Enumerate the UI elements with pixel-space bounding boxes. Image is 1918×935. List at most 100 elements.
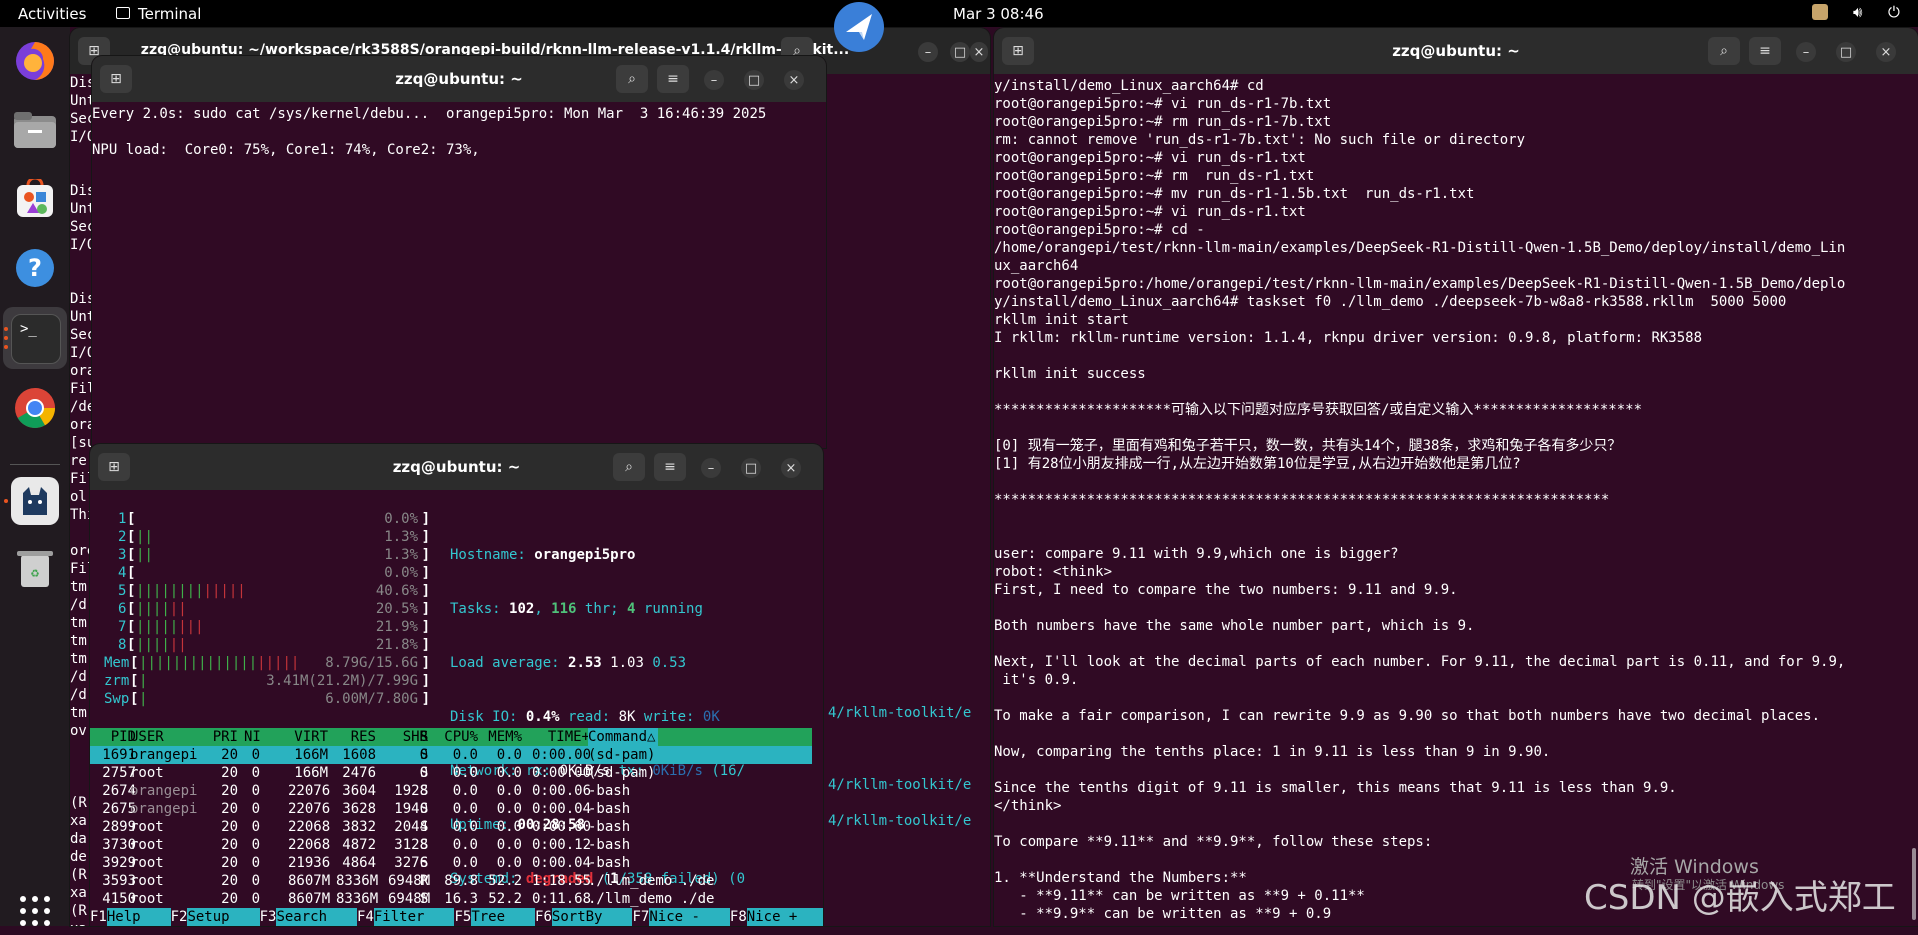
process-row[interactable]: 3593 root 20 0 8607M 8336M 6948M R 89.8 52.2 1:18.… — [90, 872, 812, 890]
csdn-watermark: CSDN @嵌入式郑工 — [1584, 878, 1896, 918]
terminal-line: root@orangepi5pro:~# mv run_ds-r1-1.5b.t… — [994, 186, 1475, 202]
fkey-setup[interactable]: F2Setup — [171, 908, 260, 926]
close-icon[interactable]: × — [970, 42, 988, 62]
activities-button[interactable]: Activities — [18, 5, 86, 23]
close-icon[interactable]: × — [781, 458, 801, 478]
app-grid-icon[interactable] — [11, 887, 59, 935]
minimize-icon[interactable]: – — [701, 458, 721, 478]
process-cell: -bash — [588, 783, 631, 799]
firefox-icon[interactable] — [11, 37, 59, 85]
cpu-bar: || — [136, 529, 153, 545]
column-header[interactable]: VIRT — [288, 728, 328, 746]
zrm-meter: zrm[| 3.41M(21.2M)/7.99G] — [90, 672, 430, 690]
column-header[interactable]: PRI — [212, 728, 238, 746]
fkey-sortby[interactable]: F6SortBy — [535, 908, 633, 926]
search-icon[interactable]: ⌕ — [1708, 37, 1740, 65]
terminal-line: - **9.11** can be written as **9 + 0.11*… — [994, 888, 1365, 904]
volume-icon[interactable]: 🔊︎ — [1853, 3, 1862, 21]
app-menu-terminal[interactable]: Terminal — [138, 5, 201, 23]
fkey-nice[interactable]: F7Nice - — [632, 908, 730, 926]
fkey-tree[interactable]: F5Tree — [454, 908, 536, 926]
scrollbar[interactable] — [1912, 848, 1916, 920]
process-cell: 0:00.00 — [532, 747, 592, 763]
terminal-line: ux_aarch64 — [994, 258, 1079, 274]
close-icon[interactable]: × — [784, 70, 804, 90]
fkey-help[interactable]: F1Help — [90, 908, 171, 926]
column-header[interactable]: Command△ — [588, 728, 659, 746]
main-terminal-window[interactable]: ⊞ zzq@ubuntu: ~ ⌕ ≡ – □ × y/install/demo… — [994, 28, 1918, 926]
maximize-icon[interactable]: □ — [950, 42, 970, 62]
chrome-icon[interactable] — [11, 384, 59, 432]
process-row[interactable]: 1691 orangepi 20 0 166M 1608 0 S 0.0 0.0 0:00.00 (s… — [90, 746, 812, 764]
column-header[interactable]: MEM% — [482, 728, 522, 746]
mem-value: 8.79G/15.6G — [325, 655, 418, 671]
maximize-icon[interactable]: □ — [1836, 42, 1856, 62]
search-icon[interactable]: ⌕ — [613, 453, 645, 481]
process-row[interactable]: 2674 orangepi 20 0 22076 3604 1928 S 0.0 0.0 0:00.… — [90, 782, 812, 800]
process-cell: 0:00.00 — [532, 765, 592, 781]
mem-meter: Mem[||||||||||||||||||| 8.79G/15.6G] — [90, 654, 430, 672]
terminal-line: Since the tenths digit of 9.11 is smalle… — [994, 780, 1677, 796]
process-row[interactable]: 2675 orangepi 20 0 22076 3628 1940 S 0.0 0.0 0:00.… — [90, 800, 812, 818]
maximize-icon[interactable]: □ — [741, 458, 761, 478]
bird-app-icon[interactable] — [834, 2, 884, 52]
column-header[interactable]: CPU% — [438, 728, 478, 746]
process-cell: 166M — [294, 765, 328, 781]
cpu-bracket: [ — [127, 565, 136, 581]
fkey-filter[interactable]: F4Filter — [357, 908, 455, 926]
files-icon[interactable] — [11, 106, 59, 154]
minimize-icon[interactable]: – — [704, 70, 724, 90]
cpu-percent: 1.3% — [384, 547, 418, 563]
cpu-bracket: [ — [127, 583, 136, 599]
terminal-icon — [116, 7, 130, 19]
hostname-value: orangepi5pro — [534, 547, 636, 563]
menu-icon[interactable]: ≡ — [657, 65, 689, 93]
terminal-icon[interactable]: >_ — [11, 314, 61, 364]
fkey-search[interactable]: F3Search — [260, 908, 358, 926]
software-center-icon[interactable] — [11, 175, 59, 223]
process-cell: 20 — [221, 891, 238, 907]
cat-app-icon[interactable] — [11, 477, 59, 525]
trash-icon[interactable]: ♻ — [11, 545, 59, 593]
process-row[interactable]: 2757 root 20 0 166M 2476 0 S 0.0 0.0 0:00.00 (sd-pa… — [90, 764, 812, 782]
process-row[interactable]: 3730 root 20 0 22068 4872 3128 S 0.0 0.0 0:00.12 -b… — [90, 836, 812, 854]
column-header[interactable]: S — [420, 728, 428, 746]
watch-terminal-window[interactable]: ⊞ zzq@ubuntu: ~ ⌕ ≡ – □ × Every 2.0s: su… — [92, 56, 826, 448]
htop-terminal-window[interactable]: ⊞ zzq@ubuntu: ~ ⌕ ≡ – □ × 1[0.0%] 2[|| 1.3… — [90, 444, 823, 926]
process-row[interactable]: 3929 root 20 0 21936 4864 3276 S 0.0 0.0 0:00.04 -b… — [90, 854, 812, 872]
column-header[interactable]: USER — [130, 728, 164, 746]
process-cell: 0:00.04 — [532, 855, 592, 871]
column-header[interactable]: TIME+ — [532, 728, 590, 746]
menu-icon[interactable]: ≡ — [654, 453, 686, 481]
terminal-line: I rkllm: rkllm-runtime version: 1.1.4, r… — [994, 330, 1703, 346]
fkey-nice[interactable]: F8Nice + — [730, 908, 823, 926]
process-row[interactable]: 2899 root 20 0 22068 3832 2044 S 0.0 0.0 0:00.60 -b… — [90, 818, 812, 836]
bracket: ] — [421, 691, 430, 707]
process-cell: -bash — [588, 819, 631, 835]
cpu-meter: 3[|| 1.3%] — [90, 546, 430, 564]
minimize-icon[interactable]: – — [918, 42, 938, 62]
process-cell: 0 — [251, 765, 260, 781]
power-icon[interactable]: ⏻ — [1888, 3, 1900, 21]
fkey-label: Search — [276, 908, 358, 926]
column-header[interactable]: NI — [244, 728, 261, 746]
process-cell: 166M — [294, 747, 328, 763]
process-table[interactable]: PID USER PRI NI VIRT RES SHR S CPU% MEM% TIME+ Comm… — [90, 728, 812, 908]
cpu-number: 5 — [118, 583, 127, 599]
search-icon[interactable]: ⌕ — [616, 65, 648, 93]
process-cell: 0.0 — [496, 747, 522, 763]
minimize-icon[interactable]: – — [1796, 42, 1816, 62]
maximize-icon[interactable]: □ — [744, 70, 764, 90]
fkey-label: Tree — [471, 908, 536, 926]
process-row[interactable]: 4150 root 20 0 8607M 8336M 6948M S 16.3 52.2 0:11.… — [90, 890, 812, 908]
bracket: ] — [421, 655, 430, 671]
menu-icon[interactable]: ≡ — [1749, 37, 1781, 65]
column-header[interactable]: RES — [336, 728, 376, 746]
clock[interactable]: Mar 3 08:46 — [953, 5, 1044, 23]
help-icon[interactable]: ? — [11, 244, 59, 292]
process-cell: 0.0 — [496, 765, 522, 781]
close-icon[interactable]: × — [1876, 42, 1896, 62]
tray-cat-icon[interactable] — [1812, 4, 1828, 20]
fkey-number: F8 — [729, 909, 747, 925]
cpu-percent: 0.0% — [384, 565, 418, 581]
